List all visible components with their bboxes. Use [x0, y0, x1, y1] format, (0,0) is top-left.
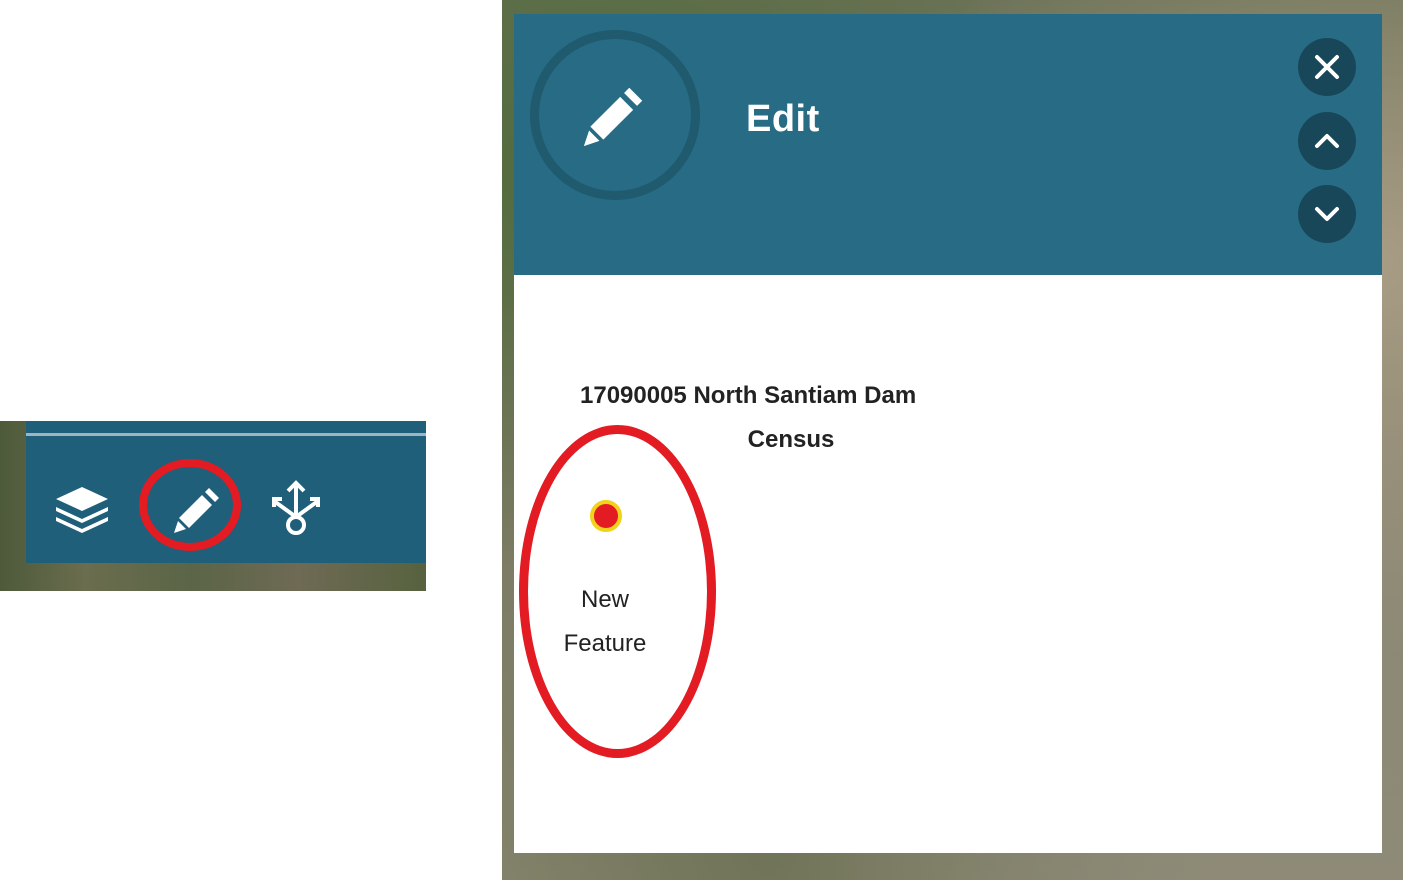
- edit-tool-highlight: [139, 459, 241, 551]
- share-icon: [272, 480, 320, 535]
- share-button[interactable]: [264, 477, 328, 541]
- point-symbol-icon: [590, 500, 622, 532]
- collapse-button[interactable]: [1298, 112, 1356, 170]
- toolbar-divider: [26, 433, 426, 436]
- layer-title: 17090005 North Santiam Dam Census: [580, 374, 960, 462]
- layers-icon: [56, 487, 108, 533]
- feature-label-line2: Feature: [563, 630, 647, 657]
- edit-panel: Edit 17090005 North Santiam Dam Census: [514, 14, 1382, 853]
- feature-label-line1: New: [580, 586, 629, 613]
- expand-button[interactable]: [1298, 185, 1356, 243]
- layer-title-line2: Census: [747, 426, 835, 453]
- pencil-icon: [583, 87, 643, 147]
- chevron-down-icon: [1315, 207, 1339, 221]
- panel-header: Edit: [514, 14, 1382, 275]
- layer-title-line1: 17090005 North Santiam Dam: [580, 382, 917, 409]
- new-feature-template[interactable]: New Feature: [540, 490, 670, 670]
- layers-button[interactable]: [50, 477, 114, 541]
- close-button[interactable]: [1298, 38, 1356, 96]
- close-icon: [1315, 55, 1339, 79]
- header-icon-badge: [530, 30, 700, 200]
- chevron-up-icon: [1315, 134, 1339, 148]
- panel-title: Edit: [746, 98, 820, 140]
- feature-template-label: New Feature: [540, 578, 670, 666]
